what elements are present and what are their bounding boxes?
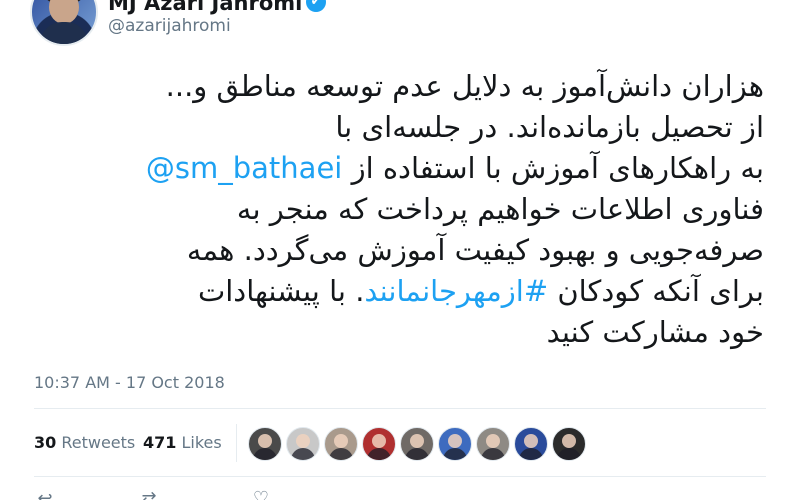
- tweet-line: هزاران دانش‌آموز به دلایل عدم توسعه مناط…: [165, 69, 764, 103]
- author-display-name[interactable]: MJ Azari Jahromi: [108, 0, 302, 15]
- liker-avatar-2[interactable]: [286, 427, 320, 461]
- liker-avatar-1[interactable]: [248, 427, 282, 461]
- liker-avatar-7[interactable]: [476, 427, 510, 461]
- hashtag-link[interactable]: #ازمهرجانمانند: [364, 274, 548, 308]
- author-avatar[interactable]: [30, 0, 98, 46]
- retweets-stat[interactable]: 30 Retweets: [34, 433, 135, 453]
- liker-avatar-5[interactable]: [400, 427, 434, 461]
- tweet-line: از تحصیل بازمانده‌اند. در جلسه‌ای با: [335, 110, 764, 144]
- likes-label: Likes: [176, 433, 222, 452]
- tweet-timestamp[interactable]: 10:37 AM - 17 Oct 2018: [34, 373, 225, 393]
- liker-avatar-8[interactable]: [514, 427, 548, 461]
- avatar-face: [49, 0, 79, 24]
- liker-avatar-6[interactable]: [438, 427, 472, 461]
- tweet-actions: ↩ ⇄ ♡: [34, 488, 394, 500]
- tweet-text: هزاران دانش‌آموز به دلایل عدم توسعه مناط…: [24, 66, 764, 353]
- author-username[interactable]: @azarijahromi: [108, 15, 231, 37]
- divider: [34, 476, 766, 477]
- avatar-suit: [40, 22, 88, 44]
- likes-stat[interactable]: 471 Likes: [143, 433, 222, 453]
- tweet-line: @sm_bathaei به راهکارهای آموزش با استفاد…: [24, 148, 764, 189]
- mention-link[interactable]: @sm_bathaei: [146, 151, 342, 185]
- tweet-line: برای آنکه کودکان #ازمهرجانمانند. با پیشن…: [24, 271, 764, 312]
- heart-icon[interactable]: ♡: [250, 488, 272, 500]
- retweet-icon[interactable]: ⇄: [138, 488, 160, 500]
- liker-avatar-3[interactable]: [324, 427, 358, 461]
- liker-avatar-4[interactable]: [362, 427, 396, 461]
- liker-avatar-9[interactable]: [552, 427, 586, 461]
- tweet-text-segment: به راهکارهای آموزش با استفاده از: [342, 151, 764, 185]
- tweet-text-segment: . با پیشنهادات: [197, 274, 365, 308]
- tweet-line: خود مشارکت کنید: [546, 315, 764, 349]
- retweets-count: 30: [34, 433, 57, 452]
- likes-count: 471: [143, 433, 177, 452]
- retweets-label: Retweets: [56, 433, 136, 452]
- tweet-card: MJ Azari Jahromi ✔ @azarijahromi هزاران …: [0, 0, 800, 500]
- tweet-text-segment: برای آنکه کودکان: [548, 274, 764, 308]
- divider: [34, 408, 766, 409]
- verified-badge-icon: ✔: [306, 0, 326, 12]
- reply-icon[interactable]: ↩: [34, 488, 56, 500]
- tweet-line: صرفه‌جویی و بهبود کیفیت آموزش می‌گردد. ه…: [186, 233, 764, 267]
- tweet-line: فناوری اطلاعات خواهیم پرداخت که منجر به: [236, 192, 764, 226]
- stats-separator: [236, 424, 237, 462]
